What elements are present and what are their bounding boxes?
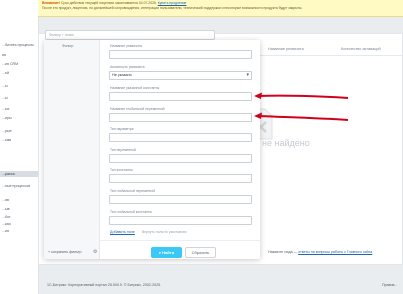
filter-input[interactable]: [109, 216, 252, 225]
sidebar-item[interactable]: ...ых: [0, 106, 38, 112]
filter-input[interactable]: [109, 50, 252, 59]
license-warning-banner: Внимание! Срок действия текущей лицензии…: [38, 0, 403, 17]
filter-field-label: Название указанной константы: [110, 86, 160, 90]
filter-select[interactable]: Не указано: [109, 71, 252, 80]
sidebar-item[interactable]: ...бот: [0, 214, 38, 220]
sidebar-item[interactable]: ...ия CRM: [0, 61, 38, 67]
add-field-link[interactable]: Добавить поле: [110, 230, 135, 234]
arrow-1: [258, 94, 349, 99]
filter-presets-header: Фильтр: [62, 44, 74, 48]
sidebar-item[interactable]: ...ия: [0, 228, 38, 234]
arrow-2-head: [254, 112, 262, 119]
filter-field-label: Название реквизита: [110, 44, 142, 48]
filter-input[interactable]: [109, 92, 252, 101]
sidebar-item[interactable]: ...яв: [0, 197, 38, 203]
popup-divider: [100, 240, 260, 241]
arrow-1-head: [254, 92, 262, 99]
sidebar-item[interactable]: ...ыкв: [0, 137, 38, 143]
annotation-arrows: [254, 92, 349, 121]
header-divider: [260, 55, 403, 56]
filter-field-label: Тип константы: [110, 168, 133, 172]
filter-presets-column: [44, 40, 100, 259]
filter-field-label: Активность реквизита: [110, 65, 145, 69]
sidebar-item[interactable]: ...ные процессов: [0, 183, 38, 189]
banner-text-secondary: После его продукт, лицензия, по дальнейш…: [42, 6, 303, 10]
find-button-label: Найти: [162, 250, 175, 255]
filter-input[interactable]: [109, 154, 252, 163]
sidebar-item[interactable]: ...ей: [0, 70, 38, 76]
search-input[interactable]: Фильтр + поиск: [45, 30, 215, 40]
sidebar-item[interactable]: ...иры: [0, 115, 38, 121]
footer-right-link[interactable]: Правов...: [382, 283, 397, 287]
column-header-count[interactable]: Количество активаций: [341, 47, 381, 51]
help-note-link[interactable]: ответы на вопросы работы с Главного сайт…: [298, 250, 372, 254]
banner-link[interactable]: Купить продление: [158, 1, 187, 5]
filter-field-label: Тип глобальной константы: [110, 210, 152, 214]
footer-copyright: 1С-Битрикс: Корпоративный портал 25.500.…: [47, 283, 162, 287]
filter-field-label: Название глобальной переменной: [110, 107, 165, 111]
banner-lead: Внимание!: [42, 1, 61, 5]
sidebar-item[interactable]: ...ы: [0, 95, 38, 101]
save-filter-button[interactable]: + сохранить фильтр: [48, 250, 82, 254]
filter-field-label: Тип глобальной переменной: [110, 189, 155, 193]
sidebar-item[interactable]: ...рые: [0, 128, 38, 134]
find-button[interactable]: ⌕ Найти: [151, 247, 182, 258]
gear-icon[interactable]: ⚙: [93, 249, 97, 255]
filter-input[interactable]: [109, 174, 252, 183]
sidebar-item[interactable]: ия: [0, 52, 38, 58]
help-note-prefix: Нажмите сюда —: [268, 250, 299, 254]
banner-text: Срок действия текущей лицензии заканчива…: [60, 1, 157, 5]
filter-input[interactable]: [109, 133, 252, 142]
sidebar-item[interactable]: ...расса: [0, 171, 38, 177]
filter-field-label: Тип переменной: [110, 148, 136, 152]
filter-field-label: Тип параметра: [110, 127, 134, 131]
empty-state-text: не найдено: [262, 138, 310, 148]
filter-input[interactable]: [109, 195, 252, 204]
sidebar-item[interactable]: ...ыв: [0, 206, 38, 212]
arrow-2: [258, 115, 349, 121]
sidebar-item[interactable]: ...бизнес-процессы: [0, 42, 38, 48]
sidebar-item[interactable]: ...кая: [0, 221, 38, 227]
sidebar-item[interactable]: ...ы: [0, 83, 38, 89]
restore-defaults-link[interactable]: Вернуть поля по умолчанию: [142, 230, 187, 234]
filter-input[interactable]: [109, 113, 252, 122]
help-note: Нажмите сюда — ответы на вопросы работы …: [268, 250, 372, 254]
column-header-name[interactable]: Название реквизита: [268, 47, 304, 51]
reset-button[interactable]: Сбросить: [185, 247, 216, 258]
